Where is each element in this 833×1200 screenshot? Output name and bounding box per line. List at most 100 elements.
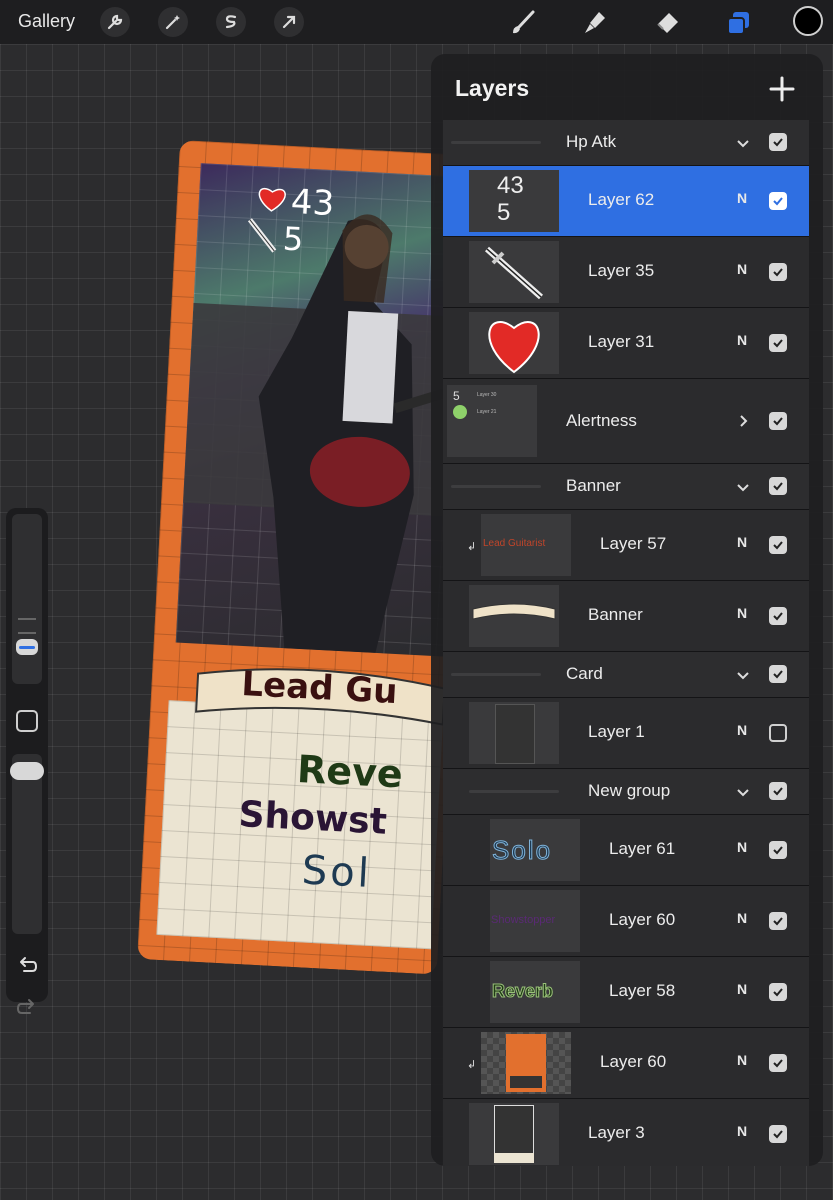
layers-panel: Layers Hp Atk 43 5 Layer 62 N Layer 35 N…: [431, 54, 823, 1166]
opacity-slider[interactable]: [10, 754, 44, 934]
chevron-down-icon[interactable]: [735, 667, 751, 683]
color-picker-swatch[interactable]: [793, 6, 823, 36]
group-name: Banner: [566, 476, 621, 495]
layer-row-layer-35[interactable]: Layer 35 N: [443, 237, 809, 308]
layer-group-banner[interactable]: Banner: [443, 464, 809, 510]
modify-square-button[interactable]: [16, 710, 38, 732]
smudge-icon[interactable]: [580, 8, 610, 38]
brush-size-slider[interactable]: [12, 514, 42, 684]
banner-text: Lead Gu: [240, 663, 399, 713]
group-name: Hp Atk: [566, 132, 617, 151]
clipping-mask-icon: ↲: [467, 541, 477, 553]
layer-row-layer-62[interactable]: 43 5 Layer 62 N: [443, 166, 809, 237]
heart-icon: [488, 321, 540, 374]
layer-thumbnail: [469, 585, 559, 647]
visibility-checkbox[interactable]: [769, 782, 787, 800]
thumbnail-text: Lead Guitarist: [483, 538, 546, 549]
layers-icon[interactable]: [724, 8, 754, 38]
layer-name: Banner: [588, 605, 643, 624]
layer-row-layer-31[interactable]: Layer 31 N: [443, 308, 809, 379]
magic-wand-icon[interactable]: [158, 7, 188, 37]
layers-panel-title: Layers: [455, 75, 530, 101]
blend-mode-button[interactable]: N: [737, 605, 747, 621]
blend-mode-button[interactable]: N: [737, 190, 747, 206]
visibility-checkbox[interactable]: [769, 133, 787, 151]
transform-arrow-icon[interactable]: [274, 7, 304, 37]
blend-mode-button[interactable]: N: [737, 722, 747, 738]
layer-row-layer-60[interactable]: Showstopper Layer 60 N: [443, 886, 809, 957]
layer-row-banner[interactable]: Banner N: [443, 581, 809, 652]
blend-mode-button[interactable]: N: [737, 1052, 747, 1068]
visibility-checkbox[interactable]: [769, 477, 787, 495]
blend-mode-button[interactable]: N: [737, 910, 747, 926]
blend-mode-button[interactable]: N: [737, 981, 747, 997]
visibility-checkbox[interactable]: [769, 412, 787, 430]
thumbnail-text: Showstopper: [491, 914, 556, 926]
layer-group-new-group[interactable]: New group: [443, 769, 809, 815]
layer-thumbnail: Solo: [490, 819, 580, 881]
blend-mode-button[interactable]: N: [737, 332, 747, 348]
layer-group-hp-atk[interactable]: Hp Atk: [443, 120, 809, 166]
visibility-checkbox[interactable]: [769, 665, 787, 683]
eraser-icon[interactable]: [652, 8, 682, 38]
layer-thumbnail: Showstopper: [490, 890, 580, 952]
guitarist-illustration: [183, 214, 464, 657]
brush-size-handle[interactable]: [16, 639, 38, 655]
layer-group-alertness[interactable]: 5 Layer 30 Layer 21 Alertness: [443, 379, 809, 464]
layer-name: Layer 35: [588, 261, 655, 280]
thumbnail-text: 43 5: [497, 172, 524, 226]
gallery-button[interactable]: Gallery: [18, 11, 75, 32]
group-thumbnail: 5 Layer 30 Layer 21: [447, 385, 537, 457]
selection-s-icon[interactable]: [216, 7, 246, 37]
layer-row-layer-3[interactable]: Layer 3 N: [443, 1099, 809, 1166]
group-name: Alertness: [566, 411, 637, 430]
layer-thumbnail: 43 5: [469, 170, 559, 232]
blend-mode-button[interactable]: N: [737, 534, 747, 550]
visibility-checkbox[interactable]: [769, 536, 787, 554]
layer-group-card[interactable]: Card: [443, 652, 809, 698]
thumbnail-text: Solo: [491, 835, 553, 866]
thumbnail-text: Reverb: [491, 981, 554, 1002]
sword-icon: [247, 218, 277, 253]
visibility-checkbox[interactable]: [769, 1054, 787, 1072]
layer-row-layer-60-clipped[interactable]: ↲ Layer 60 N: [443, 1028, 809, 1099]
layer-row-layer-61[interactable]: Solo Layer 61 N: [443, 815, 809, 886]
card-illustration: 43 5: [175, 163, 471, 657]
visibility-checkbox[interactable]: [769, 607, 787, 625]
layer-row-layer-57[interactable]: ↲ Lead Guitarist Layer 57 N: [443, 510, 809, 581]
layer-name: Layer 60: [609, 910, 676, 929]
visibility-checkbox[interactable]: [769, 983, 787, 1001]
wrench-icon[interactable]: [100, 7, 130, 37]
visibility-checkbox[interactable]: [769, 1125, 787, 1143]
add-layer-plus-icon[interactable]: [767, 74, 797, 104]
blend-mode-button[interactable]: N: [737, 261, 747, 277]
group-name: Card: [566, 664, 603, 683]
chevron-right-icon[interactable]: [735, 413, 751, 429]
card-line-solo: Sol: [300, 847, 374, 898]
banner-scroll-icon: [472, 603, 556, 620]
layer-row-layer-58[interactable]: Reverb Layer 58 N: [443, 957, 809, 1028]
attack-value: 5: [281, 219, 305, 259]
layer-row-layer-1[interactable]: Layer 1 N: [443, 698, 809, 769]
redo-icon[interactable]: [16, 996, 38, 1018]
sword-icon: [485, 246, 543, 300]
layer-name: Layer 61: [609, 839, 676, 858]
visibility-checkbox[interactable]: [769, 334, 787, 352]
layer-thumbnail: [481, 1032, 571, 1094]
visibility-checkbox[interactable]: [769, 192, 787, 210]
chevron-down-icon[interactable]: [735, 479, 751, 495]
chevron-down-icon[interactable]: [735, 784, 751, 800]
card-line-reverb: Reve: [296, 747, 404, 797]
blend-mode-button[interactable]: N: [737, 1123, 747, 1139]
layer-thumbnail: [469, 241, 559, 303]
visibility-checkbox[interactable]: [769, 912, 787, 930]
opacity-handle[interactable]: [10, 762, 44, 780]
blend-mode-button[interactable]: N: [737, 839, 747, 855]
visibility-checkbox[interactable]: [769, 263, 787, 281]
chevron-down-icon[interactable]: [735, 135, 751, 151]
brush-icon[interactable]: [508, 8, 538, 38]
visibility-checkbox[interactable]: [769, 724, 787, 742]
visibility-checkbox[interactable]: [769, 841, 787, 859]
undo-icon[interactable]: [16, 954, 38, 976]
clipping-mask-icon: ↲: [467, 1059, 477, 1071]
